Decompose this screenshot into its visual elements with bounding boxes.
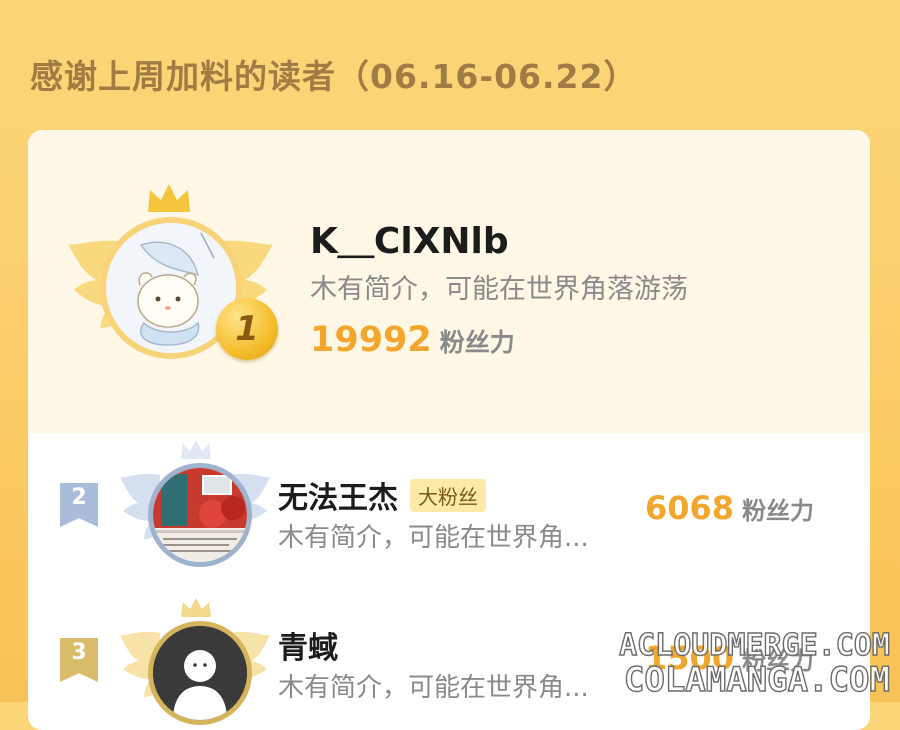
user-name[interactable]: 无法王杰 大粉丝 <box>278 473 486 517</box>
page-title: 感谢上周加料的读者（06.16-06.22） <box>30 57 638 96</box>
rank-1-badge: 1 <box>68 182 278 382</box>
default-user-avatar-icon <box>153 626 247 720</box>
rank-3-badge <box>120 593 270 730</box>
rank-2-entry[interactable]: 2 无法王杰 大粉丝 木有简介，可能在世界角... 6068 粉丝力 <box>28 433 870 593</box>
score-unit: 粉丝力 <box>742 497 815 525</box>
user-name-text: 无法王杰 <box>278 481 398 516</box>
crown-icon <box>181 598 211 617</box>
fan-level-badge: 大粉丝 <box>410 479 486 512</box>
user-name[interactable]: 青蜮 <box>278 623 338 667</box>
fan-power-score: 19992 粉丝力 <box>310 320 515 360</box>
gold-medal-icon: 1 <box>216 298 278 360</box>
user-bio: 木有简介，可能在世界角落游荡 <box>310 274 688 305</box>
rank-2-badge <box>120 435 270 585</box>
rank-1-entry[interactable]: 1 K＿ClXNlb 木有简介，可能在世界角落游荡 19992 粉丝力 <box>28 130 870 433</box>
red-door-photo-avatar-icon <box>153 468 247 562</box>
fan-power-score: 6068 粉丝力 <box>645 489 814 527</box>
avatar[interactable] <box>148 463 252 567</box>
user-bio: 木有简介，可能在世界角... <box>278 523 589 553</box>
watermark-line-1: ACLOUDMERGE.COM <box>618 627 890 663</box>
user-name[interactable]: K＿ClXNlb <box>310 212 509 264</box>
score-value: 6068 <box>645 489 735 527</box>
rank-flag-bronze: 3 <box>60 638 98 682</box>
watermark-line-2: COLAMANGA.COM <box>623 659 891 700</box>
score-value: 19992 <box>310 320 432 360</box>
crown-icon <box>181 440 211 459</box>
user-bio: 木有简介，可能在世界角... <box>278 673 589 703</box>
avatar[interactable] <box>148 621 252 725</box>
rank-flag-silver: 2 <box>60 483 98 527</box>
crown-icon <box>148 184 190 212</box>
score-unit: 粉丝力 <box>439 328 515 357</box>
